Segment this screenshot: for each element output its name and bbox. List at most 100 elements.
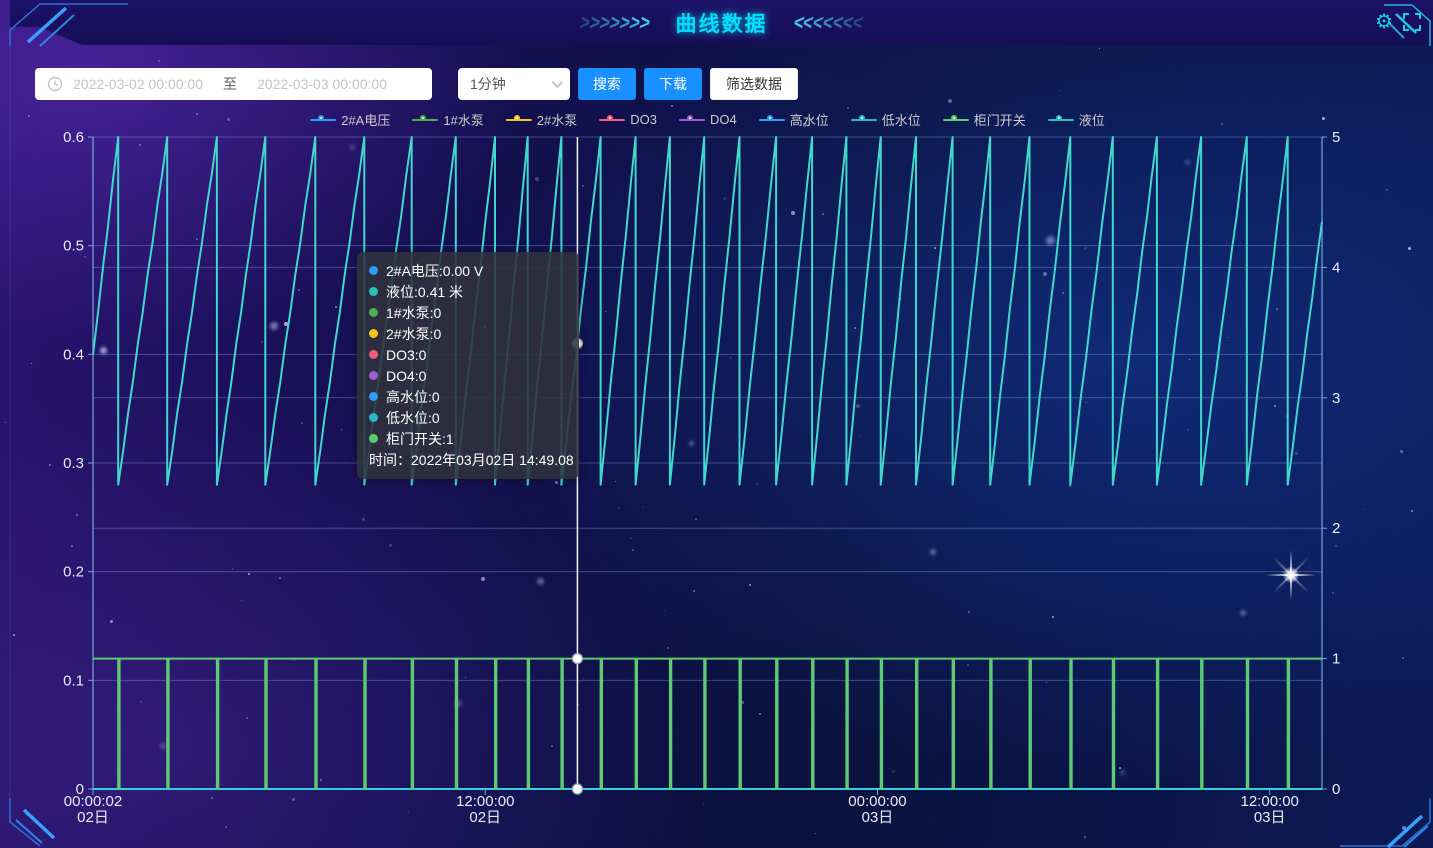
legend-item-低水位[interactable]: 低水位 bbox=[851, 110, 921, 129]
x-axis-label-day: 03日 bbox=[862, 809, 894, 826]
tooltip-value: 液位:0.41 米 bbox=[386, 282, 463, 302]
interval-select[interactable]: 1分钟 bbox=[458, 68, 570, 100]
tooltip-row-柜门开关: 柜门开关:1 bbox=[369, 428, 565, 449]
legend-marker-icon bbox=[679, 114, 705, 126]
legend-item-液位[interactable]: 液位 bbox=[1048, 110, 1105, 129]
y-axis-label-right: 4 bbox=[1332, 259, 1340, 276]
fullscreen-icon[interactable] bbox=[1403, 13, 1421, 31]
legend-item-高水位[interactable]: 高水位 bbox=[759, 110, 829, 129]
x-axis-label-day: 02日 bbox=[77, 809, 109, 826]
series-color-dot-icon bbox=[369, 266, 378, 275]
date-range-picker[interactable]: 2022-03-02 00:00:00 至 2022-03-03 00:00:0… bbox=[35, 68, 432, 100]
tooltip-value: 高水位:0 bbox=[386, 387, 440, 407]
title-left-chevrons-decoration: >>>>>>> bbox=[580, 13, 650, 33]
clock-icon bbox=[47, 76, 63, 92]
tooltip-value: 1#水泵:0 bbox=[386, 303, 441, 323]
interval-selected-value: 1分钟 bbox=[470, 74, 506, 94]
legend-item-DO4[interactable]: DO4 bbox=[679, 110, 737, 129]
tooltip-row-液位: 液位:0.41 米 bbox=[369, 281, 565, 302]
series-liquid-level bbox=[93, 137, 1322, 485]
page: >>>>>>> 曲线数据 <<<<<<< ⚙ 2022-03-02 00:00:… bbox=[0, 0, 1433, 848]
y-axis-label-right: 3 bbox=[1332, 390, 1340, 407]
legend-label: 低水位 bbox=[882, 110, 921, 129]
legend-marker-icon bbox=[310, 114, 336, 126]
page-title: 曲线数据 bbox=[676, 8, 768, 38]
chevron-decoration: < bbox=[850, 10, 862, 35]
highlight-point bbox=[572, 654, 582, 664]
x-axis-label-time: 00:00:00 bbox=[848, 793, 906, 810]
title-bar: >>>>>>> 曲线数据 <<<<<<< bbox=[10, 0, 1433, 45]
x-axis-label-time: 12:00:00 bbox=[456, 793, 514, 810]
legend-marker-icon bbox=[943, 114, 969, 126]
chart-legend: 2#A电压 1#水泵 2#水泵 DO3 DO4 高水位 低水位 柜门开关 液位 bbox=[93, 110, 1322, 129]
legend-item-1#水泵[interactable]: 1#水泵 bbox=[412, 110, 483, 129]
tooltip-value: 2#水泵:0 bbox=[386, 324, 441, 344]
y-axis-label-left: 0.4 bbox=[63, 346, 84, 363]
chevron-down-icon bbox=[552, 77, 563, 88]
y-axis-label-right: 5 bbox=[1332, 129, 1340, 146]
series-door-switch bbox=[93, 659, 1322, 789]
series-color-dot-icon bbox=[369, 392, 378, 401]
tooltip-row-高水位: 高水位:0 bbox=[369, 386, 565, 407]
series-color-dot-icon bbox=[369, 371, 378, 380]
tooltip-row-DO3: DO3:0 bbox=[369, 344, 565, 365]
x-axis-label-time: 12:00:00 bbox=[1241, 793, 1299, 810]
series-color-dot-icon bbox=[369, 308, 378, 317]
y-axis-label-left: 0.3 bbox=[63, 455, 84, 472]
y-axis-label-left: 0.1 bbox=[63, 672, 84, 689]
legend-marker-icon bbox=[412, 114, 438, 126]
end-time-value[interactable]: 2022-03-03 00:00:00 bbox=[257, 76, 387, 92]
y-axis-label-left: 0.2 bbox=[63, 564, 84, 581]
tooltip-timestamp: 时间：2022年03月02日 14:49.08 bbox=[369, 449, 565, 471]
legend-marker-icon bbox=[851, 114, 877, 126]
x-axis-label-time: 00:00:02 bbox=[64, 793, 122, 810]
date-separator: 至 bbox=[223, 74, 237, 94]
tooltip-value: DO4:0 bbox=[386, 368, 426, 384]
y-axis-label-right: 1 bbox=[1332, 651, 1340, 668]
legend-label: 液位 bbox=[1079, 110, 1105, 129]
tooltip-value: 低水位:0 bbox=[386, 408, 440, 428]
legend-label: DO3 bbox=[630, 112, 657, 127]
tooltip-row-低水位: 低水位:0 bbox=[369, 407, 565, 428]
x-axis-label-day: 03日 bbox=[1254, 809, 1286, 826]
tooltip-row-DO4: DO4:0 bbox=[369, 365, 565, 386]
tooltip-row-1#水泵: 1#水泵:0 bbox=[369, 302, 565, 323]
y-axis-label-right: 0 bbox=[1332, 781, 1340, 798]
legend-item-2#A电压[interactable]: 2#A电压 bbox=[310, 110, 390, 129]
legend-marker-icon bbox=[599, 114, 625, 126]
tooltip-value: DO3:0 bbox=[386, 347, 426, 363]
toolbar: 2022-03-02 00:00:00 至 2022-03-03 00:00:0… bbox=[35, 68, 798, 100]
gear-icon[interactable]: ⚙ bbox=[1375, 12, 1393, 32]
series-color-dot-icon bbox=[369, 413, 378, 422]
series-color-dot-icon bbox=[369, 434, 378, 443]
legend-item-柜门开关[interactable]: 柜门开关 bbox=[943, 110, 1026, 129]
start-time-value[interactable]: 2022-03-02 00:00:00 bbox=[73, 76, 203, 92]
y-axis-label-right: 2 bbox=[1332, 520, 1340, 537]
legend-item-DO3[interactable]: DO3 bbox=[599, 110, 657, 129]
header-actions: ⚙ bbox=[1375, 12, 1421, 32]
chart-tooltip: 2#A电压:0.00 V液位:0.41 米1#水泵:02#水泵:0 DO3:0 DO… bbox=[357, 252, 579, 479]
tooltip-row-2#水泵: 2#水泵:0 bbox=[369, 323, 565, 344]
legend-marker-icon bbox=[1048, 114, 1074, 126]
x-axis-label-day: 02日 bbox=[469, 809, 501, 826]
y-axis-label-left: 0.6 bbox=[63, 129, 84, 146]
legend-item-2#水泵[interactable]: 2#水泵 bbox=[506, 110, 577, 129]
tooltip-row-2#A电压: 2#A电压:0.00 V bbox=[369, 260, 565, 281]
legend-label: 柜门开关 bbox=[974, 110, 1026, 129]
legend-marker-icon bbox=[759, 114, 785, 126]
tooltip-value: 2#A电压:0.00 V bbox=[386, 261, 483, 281]
y-axis-label-left: 0.5 bbox=[63, 238, 84, 255]
series-color-dot-icon bbox=[369, 287, 378, 296]
download-button[interactable]: 下载 bbox=[644, 68, 702, 100]
legend-label: 2#A电压 bbox=[341, 110, 390, 129]
series-color-dot-icon bbox=[369, 350, 378, 359]
highlight-point bbox=[572, 784, 582, 794]
legend-label: 1#水泵 bbox=[443, 110, 483, 129]
legend-marker-icon bbox=[506, 114, 532, 126]
filter-data-button[interactable]: 筛选数据 bbox=[710, 68, 798, 100]
legend-label: 高水位 bbox=[790, 110, 829, 129]
legend-label: 2#水泵 bbox=[537, 110, 577, 129]
search-button[interactable]: 搜索 bbox=[578, 68, 636, 100]
legend-label: DO4 bbox=[710, 112, 737, 127]
tooltip-value: 柜门开关:1 bbox=[386, 429, 454, 449]
